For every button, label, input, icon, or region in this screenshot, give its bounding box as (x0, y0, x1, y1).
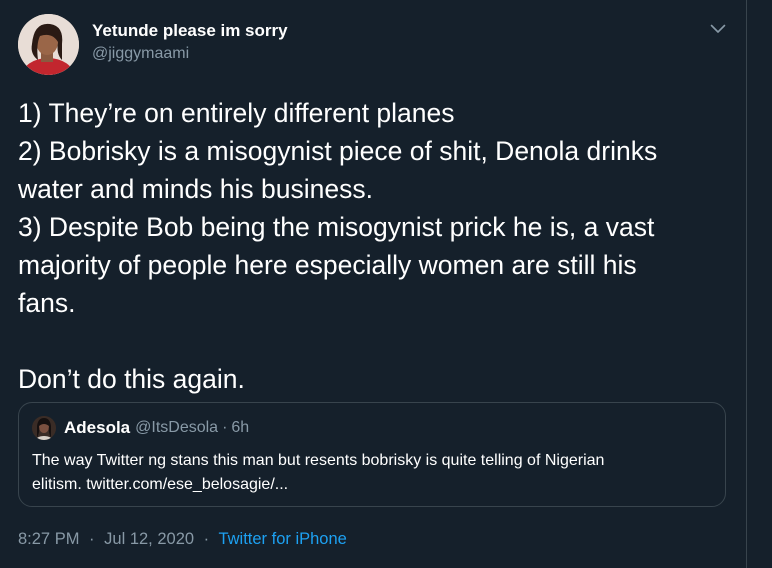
more-options-button[interactable] (705, 16, 731, 42)
tweet-text: 1) They’re on entirely different planes … (18, 94, 718, 398)
quoted-tweet-text-line: elitism. twitter.com/ese_belosagie/... (32, 476, 289, 493)
chevron-down-icon (710, 24, 726, 33)
tweet-time[interactable]: 8:27 PM (18, 530, 79, 548)
tweet-text-line: 2) Bobrisky is a misogynist piece of shi… (18, 136, 658, 166)
quoted-author-handle: @ItsDesola (135, 419, 219, 436)
author-display-name[interactable]: Yetunde please im sorry (92, 20, 288, 42)
meta-separator: · (203, 530, 210, 548)
quoted-tweet-card[interactable]: Adesola @ItsDesola · 6h The way Twitter … (18, 402, 726, 507)
tweet-meta: 8:27 PM · Jul 12, 2020 · Twitter for iPh… (18, 528, 347, 550)
quoted-author-avatar (32, 416, 56, 440)
tweet-text-line: water and minds his business. (18, 174, 373, 204)
tweet-text-line: majority of people here especially women… (18, 250, 637, 280)
tweet-text-line: 3) Despite Bob being the misogynist pric… (18, 212, 655, 242)
quoted-tweet-text-line: The way Twitter ng stans this man but re… (32, 452, 605, 469)
tweet: Yetunde please im sorry @jiggymaami 1) T… (0, 0, 746, 568)
author-block: Yetunde please im sorry @jiggymaami (92, 20, 288, 65)
tweet-text-line: 1) They’re on entirely different planes (18, 98, 455, 128)
quoted-tweet-text: The way Twitter ng stans this man but re… (32, 449, 712, 497)
meta-separator: · (89, 530, 95, 548)
tweet-text-blank-line (18, 322, 718, 360)
quoted-author-display-name: Adesola (64, 418, 131, 437)
tweet-source-link[interactable]: Twitter for iPhone (218, 530, 346, 548)
tweet-date[interactable]: Jul 12, 2020 (104, 530, 194, 548)
tweet-text-line: fans. (18, 288, 76, 318)
column-border (746, 0, 747, 568)
author-avatar[interactable] (18, 14, 79, 75)
author-handle[interactable]: @jiggymaami (92, 43, 288, 65)
quoted-separator: · (222, 419, 228, 436)
tweet-text-line: Don’t do this again. (18, 364, 245, 394)
quoted-tweet-time: 6h (231, 419, 250, 436)
quoted-tweet-header: Adesola @ItsDesola · 6h (32, 416, 249, 440)
